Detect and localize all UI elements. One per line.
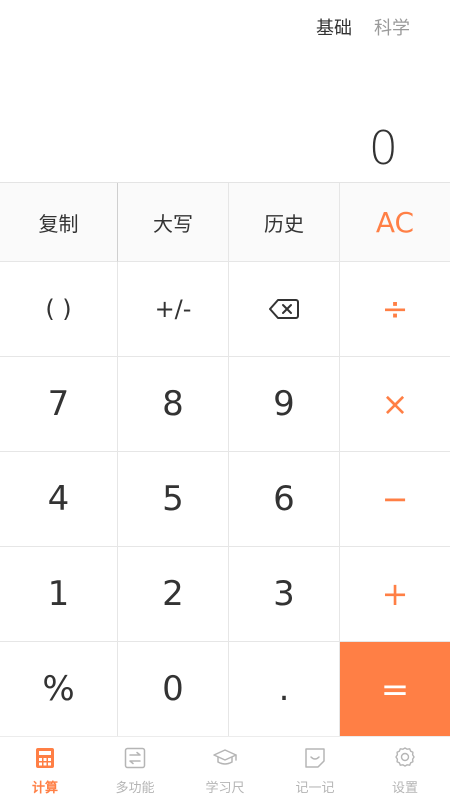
result-display: 0 (368, 121, 398, 175)
uppercase-button[interactable]: 大写 (118, 183, 229, 262)
divide-button[interactable]: ÷ (340, 262, 450, 357)
note-icon (304, 745, 326, 771)
subtract-button[interactable]: − (340, 452, 450, 547)
digit-2-button[interactable]: 2 (118, 547, 229, 642)
history-button[interactable]: 历史 (229, 183, 340, 262)
tab-label: 记一记 (295, 781, 335, 796)
tab-notes[interactable]: 记一记 (270, 737, 360, 800)
tab-multi-function[interactable]: 多功能 (90, 737, 180, 800)
digit-9-button[interactable]: 9 (229, 357, 340, 452)
digit-8-button[interactable]: 8 (118, 357, 229, 452)
digit-5-button[interactable]: 5 (118, 452, 229, 547)
bottom-tabbar: 计算 多功能 学习尺 记一记 设置 (0, 736, 450, 800)
mode-tab-science[interactable]: 科学 (374, 14, 410, 40)
all-clear-button[interactable]: AC (340, 183, 450, 262)
tab-study-ruler[interactable]: 学习尺 (180, 737, 270, 800)
tab-label: 设置 (391, 781, 418, 796)
backspace-button[interactable] (229, 262, 340, 357)
graduation-cap-icon (212, 745, 238, 771)
parentheses-button[interactable]: ( ) (0, 262, 118, 357)
tab-calculate[interactable]: 计算 (0, 737, 90, 800)
add-button[interactable]: + (340, 547, 450, 642)
digit-1-button[interactable]: 1 (0, 547, 118, 642)
equals-button[interactable]: = (340, 642, 450, 737)
tab-label: 多功能 (115, 781, 155, 796)
tab-label: 计算 (31, 781, 58, 796)
calculator-icon (35, 745, 55, 771)
backspace-icon (269, 298, 299, 320)
digit-7-button[interactable]: 7 (0, 357, 118, 452)
mode-tabs: 基础 科学 (316, 14, 410, 40)
decimal-button[interactable]: . (229, 642, 340, 737)
mode-tab-basic[interactable]: 基础 (316, 14, 352, 40)
percent-button[interactable]: % (0, 642, 118, 737)
keypad: 复制 大写 历史 AC ( ) +/- ÷ 7 8 9 × 4 5 6 − 1 … (0, 182, 450, 737)
digit-6-button[interactable]: 6 (229, 452, 340, 547)
multiply-button[interactable]: × (340, 357, 450, 452)
convert-icon (124, 745, 146, 771)
negate-button[interactable]: +/- (118, 262, 229, 357)
tab-settings[interactable]: 设置 (360, 737, 450, 800)
tab-label: 学习尺 (205, 781, 245, 796)
copy-button[interactable]: 复制 (0, 183, 118, 262)
gear-icon (393, 745, 417, 771)
digit-3-button[interactable]: 3 (229, 547, 340, 642)
digit-4-button[interactable]: 4 (0, 452, 118, 547)
digit-0-button[interactable]: 0 (118, 642, 229, 737)
